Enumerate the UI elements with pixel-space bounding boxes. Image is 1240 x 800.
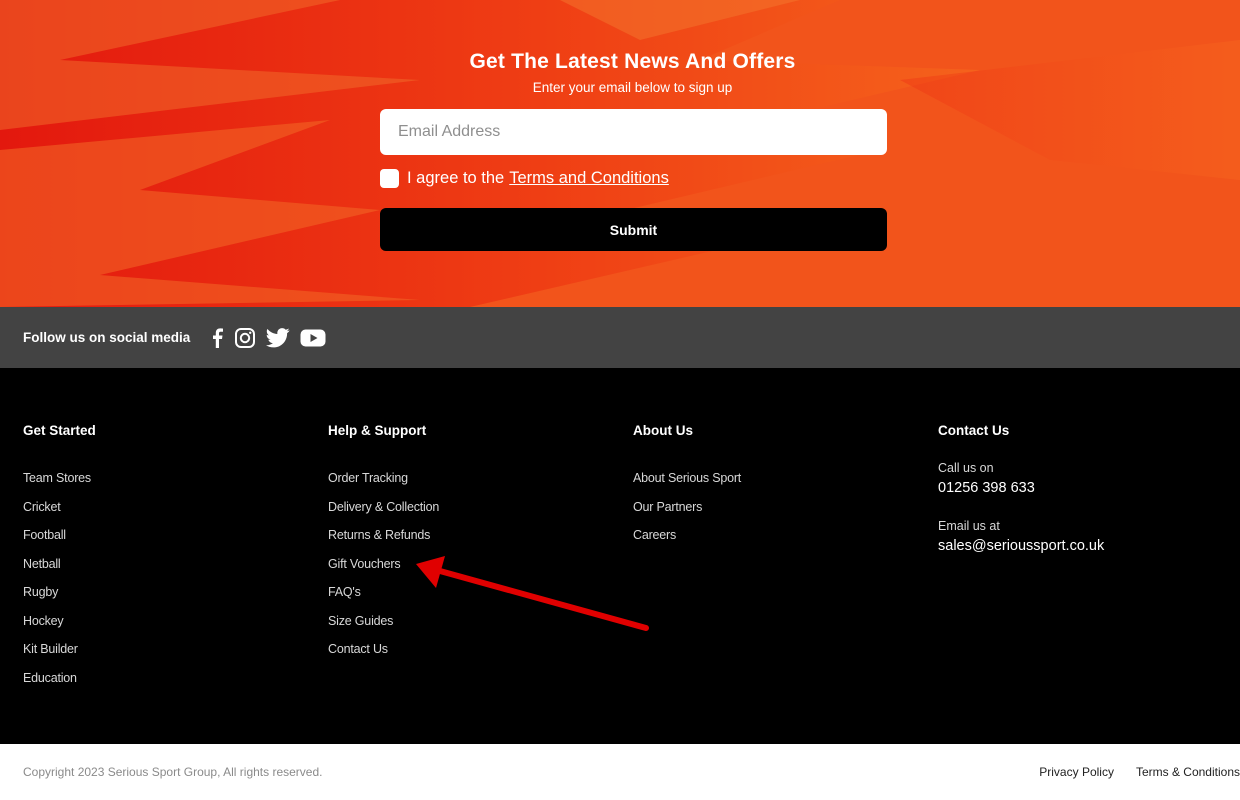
social-media-label: Follow us on social media <box>23 330 191 345</box>
footer-link-size-guides[interactable]: Size Guides <box>328 614 393 628</box>
footer-link-delivery-collection[interactable]: Delivery & Collection <box>328 500 439 514</box>
call-us-label: Call us on <box>938 461 994 475</box>
footer-heading-contact-us: Contact Us <box>938 423 1010 438</box>
footer-link-careers[interactable]: Careers <box>633 528 676 542</box>
footer-link-cricket[interactable]: Cricket <box>23 500 61 514</box>
footer-link-kit-builder[interactable]: Kit Builder <box>23 642 78 656</box>
terms-conditions-link[interactable]: Terms & Conditions <box>1136 765 1240 779</box>
footer-link-hockey[interactable]: Hockey <box>23 614 64 628</box>
email-us-label: Email us at <box>938 519 1000 533</box>
footer-heading-get-started: Get Started <box>23 423 96 438</box>
social-icons <box>210 327 336 349</box>
footer-link-gift-vouchers[interactable]: Gift Vouchers <box>328 557 401 571</box>
legal-links: Privacy Policy Terms & Conditions <box>1017 765 1240 779</box>
terms-checkbox[interactable] <box>380 168 399 188</box>
footer-list-help-support: Order Tracking Delivery & Collection Ret… <box>328 469 439 669</box>
newsletter-section: Get The Latest News And Offers Enter you… <box>0 0 1240 307</box>
legal-bar: Copyright 2023 Serious Sport Group, All … <box>0 744 1240 800</box>
twitter-icon[interactable] <box>266 327 290 348</box>
footer-link-education[interactable]: Education <box>23 671 77 685</box>
footer-link-order-tracking[interactable]: Order Tracking <box>328 471 408 485</box>
social-media-bar: Follow us on social media <box>0 307 1240 368</box>
footer-link-our-partners[interactable]: Our Partners <box>633 500 702 514</box>
footer-link-netball[interactable]: Netball <box>23 557 61 571</box>
footer-list-get-started: Team Stores Cricket Football Netball Rug… <box>23 469 96 697</box>
footer-list-about-us: About Serious Sport Our Partners Careers <box>633 469 741 555</box>
phone-number[interactable]: 01256 398 633 <box>938 480 1104 496</box>
footer-link-about-serious-sport[interactable]: About Serious Sport <box>633 471 741 485</box>
footer-link-rugby[interactable]: Rugby <box>23 585 58 599</box>
site-footer: Get Started Team Stores Cricket Football… <box>0 368 1240 744</box>
instagram-icon[interactable] <box>234 327 256 349</box>
footer-heading-help-support: Help & Support <box>328 423 427 438</box>
footer-link-contact-us[interactable]: Contact Us <box>328 642 388 656</box>
footer-column-get-started: Get Started Team Stores Cricket Football… <box>23 423 96 697</box>
facebook-icon[interactable] <box>210 327 224 348</box>
terms-and-conditions-link[interactable]: Terms and Conditions <box>509 169 669 188</box>
privacy-policy-link[interactable]: Privacy Policy <box>1039 765 1114 779</box>
terms-agreement-row: I agree to the Terms and Conditions <box>380 168 669 188</box>
submit-button[interactable]: Submit <box>380 208 887 251</box>
email-address-link[interactable]: sales@serioussport.co.uk <box>938 538 1104 554</box>
newsletter-title: Get The Latest News And Offers <box>469 50 796 73</box>
footer-link-faqs[interactable]: FAQ's <box>328 585 361 599</box>
footer-column-help-support: Help & Support Order Tracking Delivery &… <box>328 423 439 669</box>
footer-heading-about-us: About Us <box>633 423 693 438</box>
terms-agreement-label: I agree to the <box>407 168 505 187</box>
copyright-text: Copyright 2023 Serious Sport Group, All … <box>23 765 323 779</box>
footer-link-football[interactable]: Football <box>23 528 66 542</box>
email-input[interactable] <box>380 109 887 155</box>
footer-link-returns-refunds[interactable]: Returns & Refunds <box>328 528 430 542</box>
footer-link-team-stores[interactable]: Team Stores <box>23 471 91 485</box>
youtube-icon[interactable] <box>300 328 326 348</box>
newsletter-subtitle: Enter your email below to sign up <box>532 80 733 95</box>
footer-column-about-us: About Us About Serious Sport Our Partner… <box>633 423 741 555</box>
footer-column-contact-us: Contact Us Call us on 01256 398 633 Emai… <box>938 423 1104 554</box>
